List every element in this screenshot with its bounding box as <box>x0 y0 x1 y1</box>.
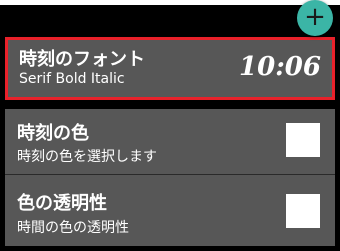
clock-font-subtitle: Serif Bold Italic <box>19 71 125 87</box>
clock-font-title: 時刻のフォント <box>19 49 145 70</box>
color-opacity-checkbox[interactable] <box>286 194 320 228</box>
time-preview: 10:06 <box>239 52 321 82</box>
top-sheet-edge <box>0 0 340 5</box>
time-color-subtitle: 時刻の色を選択します <box>17 149 157 165</box>
color-opacity-row[interactable]: 色の透明性 時間の色の透明性 <box>5 175 335 246</box>
time-color-title: 時刻の色 <box>17 123 89 144</box>
plus-icon[interactable]: + <box>297 0 333 36</box>
color-opacity-subtitle: 時間の色の透明性 <box>17 220 129 236</box>
time-color-checkbox[interactable] <box>286 123 320 157</box>
color-settings-card: 時刻の色 時刻の色を選択します 色の透明性 時間の色の透明性 <box>5 109 335 246</box>
settings-screen: 時刻のフォント Serif Bold Italic 10:06 + 時刻の色 時… <box>0 0 340 251</box>
clock-font-setting[interactable]: 時刻のフォント Serif Bold Italic 10:06 <box>5 37 335 100</box>
color-opacity-title: 色の透明性 <box>17 193 107 214</box>
time-color-row[interactable]: 時刻の色 時刻の色を選択します <box>5 109 335 174</box>
clock-font-row[interactable]: 時刻のフォント Serif Bold Italic 10:06 <box>8 40 332 97</box>
